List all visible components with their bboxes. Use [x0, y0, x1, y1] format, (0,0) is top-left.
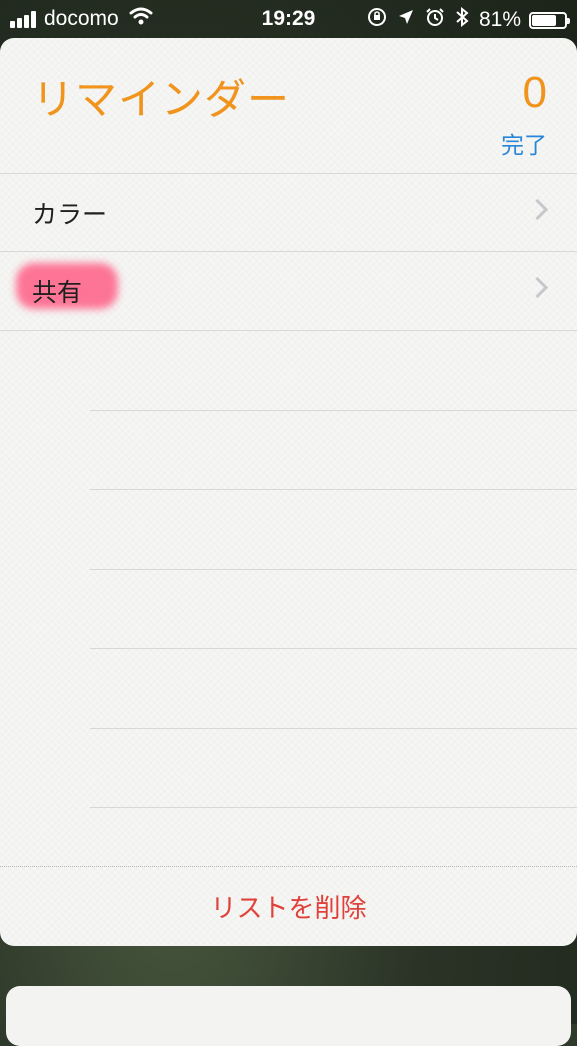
battery-percent: 81%: [478, 8, 521, 31]
reminders-list-settings-card: リマインダー 0 完了 カラー 共有 リストを削除: [0, 38, 577, 946]
battery-fill: [532, 14, 557, 26]
share-row[interactable]: 共有: [0, 251, 577, 329]
battery-icon: [529, 11, 570, 29]
share-row-label: 共有: [32, 278, 83, 307]
done-button[interactable]: 完了: [501, 126, 547, 160]
empty-line: [90, 569, 577, 570]
empty-line: [90, 807, 577, 808]
alarm-icon: [425, 7, 445, 33]
list-title: リマインダー: [32, 75, 291, 124]
color-row-label: カラー: [32, 200, 108, 229]
status-right: 81%: [357, 6, 570, 33]
location-icon: [397, 8, 415, 32]
empty-line: [90, 410, 577, 411]
color-row[interactable]: カラー: [0, 173, 577, 251]
chevron-right-icon: [526, 198, 549, 221]
item-count: 0: [522, 68, 547, 117]
dotted-divider: [0, 866, 577, 867]
orientation-lock-icon: [367, 7, 387, 33]
empty-line: [90, 489, 577, 490]
delete-list-button[interactable]: リストを削除: [0, 888, 577, 925]
divider: [0, 330, 577, 331]
status-bar: docomo 19:29 81%: [0, 0, 577, 38]
next-card-peek: [6, 986, 571, 1046]
chevron-right-icon: [526, 276, 549, 299]
empty-line: [90, 648, 577, 649]
bluetooth-icon: [455, 6, 469, 33]
empty-line: [90, 728, 577, 729]
